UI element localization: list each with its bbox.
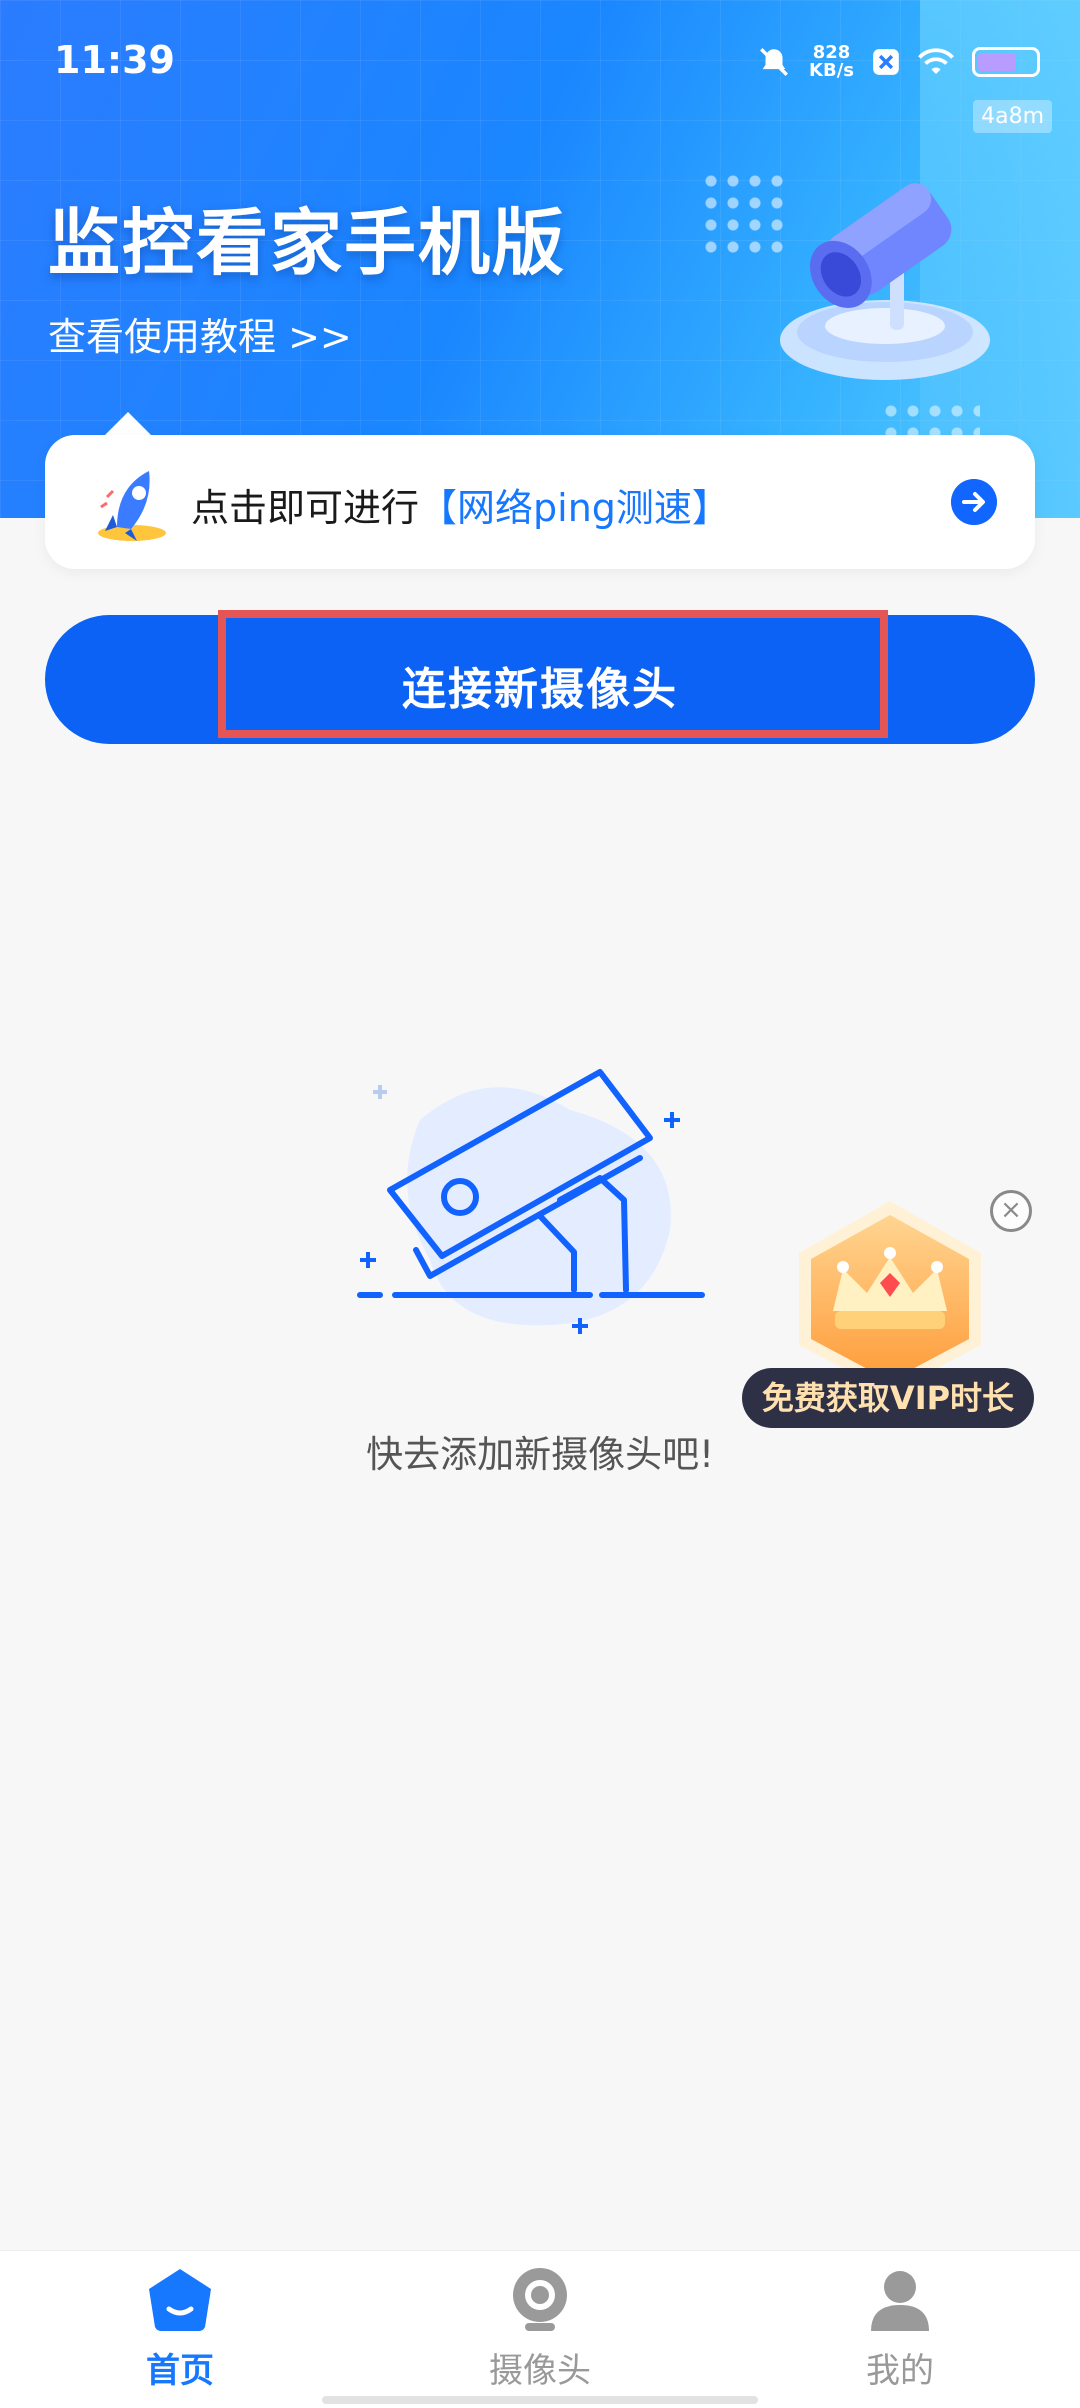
status-bar: 11:39 828 KB/s 4a8m xyxy=(0,0,1080,133)
battery-icon xyxy=(972,47,1040,77)
app-notification-icon xyxy=(873,49,899,75)
arrow-right-circle-icon[interactable] xyxy=(951,479,997,525)
status-time: 11:39 xyxy=(54,38,175,82)
home-indicator[interactable] xyxy=(322,2396,758,2404)
close-icon[interactable]: × xyxy=(990,1190,1032,1232)
profile-icon xyxy=(871,2271,929,2331)
wifi-icon xyxy=(918,48,954,74)
tab-home-label: 首页 xyxy=(146,2351,214,2391)
tab-profile[interactable]: 我的 xyxy=(800,2265,1000,2395)
ping-card-highlight: 【网络ping测速】 xyxy=(419,486,730,530)
network-speed-unit: KB/s xyxy=(809,60,854,81)
ping-card-text: 点击即可进行【网络ping测速】 xyxy=(191,477,730,532)
ping-card-prefix: 点击即可进行 xyxy=(191,486,420,530)
connect-button-label: 连接新摄像头 xyxy=(402,665,678,714)
camera-empty-illustration xyxy=(357,1069,705,1334)
tab-profile-label: 我的 xyxy=(866,2351,934,2391)
tab-camera[interactable]: 摄像头 xyxy=(440,2265,640,2395)
tab-camera-label: 摄像头 xyxy=(489,2351,591,2391)
vip-promo-label[interactable]: 免费获取VIP时长 xyxy=(742,1368,1034,1428)
camera-icon xyxy=(513,2268,567,2331)
home-icon xyxy=(149,2269,211,2331)
connect-new-camera-button[interactable]: 连接新摄像头 xyxy=(45,615,1035,744)
camera-3d-illustration xyxy=(780,183,990,380)
ping-card-notch xyxy=(104,412,152,436)
tutorial-link[interactable]: 查看使用教程 >> xyxy=(48,306,352,361)
network-speed: 828 KB/s xyxy=(809,44,854,80)
bottom-tab-bar: 首页 摄像头 我的 xyxy=(0,2250,1080,2408)
empty-state-message: 快去添加新摄像头吧! xyxy=(366,1433,714,1476)
tab-home[interactable]: 首页 xyxy=(80,2265,280,2395)
ping-test-card[interactable]: 点击即可进行【网络ping测速】 xyxy=(45,435,1035,569)
page-title: 监控看家手机版 xyxy=(48,201,567,285)
rocket-icon xyxy=(98,471,166,541)
status-icons: 828 KB/s xyxy=(757,40,1040,84)
debug-tag: 4a8m xyxy=(973,100,1052,133)
mute-bell-icon xyxy=(760,48,788,76)
crown-vip-icon[interactable] xyxy=(785,1195,995,1395)
